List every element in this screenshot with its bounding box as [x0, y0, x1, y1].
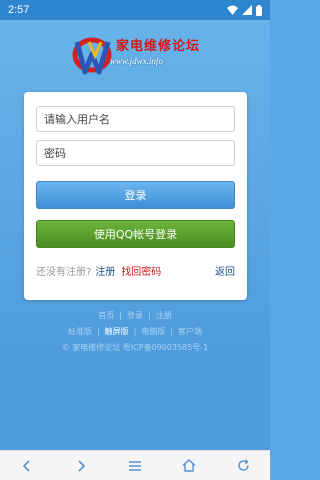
status-time: 2:57	[8, 4, 30, 16]
version-desktop[interactable]: 电脑版	[141, 324, 165, 340]
status-bar: 2:57	[0, 0, 270, 20]
refresh-button[interactable]	[228, 453, 258, 479]
footer-versions: 标准版 | 触屏版 | 电脑版 | 客户端	[0, 324, 270, 340]
signal-icon	[242, 5, 252, 15]
password-input[interactable]	[44, 146, 227, 160]
home-icon	[182, 459, 196, 472]
home-button[interactable]	[174, 453, 204, 479]
register-link[interactable]: 注册	[95, 263, 115, 278]
footer-separator: |	[170, 327, 174, 336]
forward-button[interactable]	[66, 453, 96, 479]
auth-links: 还没有注册? 注册 找回密码 返回	[36, 263, 235, 278]
refresh-icon	[237, 459, 249, 471]
footer-nav: 首页 | 登录 | 注册	[0, 308, 270, 324]
logo-title: 家电维修论坛	[116, 39, 201, 54]
footer-separator: |	[148, 311, 151, 320]
site-logo[interactable]: 家电维修论坛 www.jdwx.info	[72, 32, 204, 90]
username-input[interactable]	[44, 112, 227, 126]
page-content: 家电维修论坛 www.jdwx.info 登录 使用QQ帐号登录 还没有注册? …	[0, 20, 270, 450]
login-button[interactable]: 登录	[36, 181, 235, 209]
status-icons	[227, 4, 262, 16]
battery-icon	[256, 4, 262, 16]
copyright-text: © 家电维修论坛 粤ICP备09003585号-1	[61, 343, 209, 352]
browser-nav-bar	[0, 450, 270, 480]
footer-link-home[interactable]: 首页	[98, 308, 114, 324]
footer-link-register[interactable]: 注册	[156, 308, 172, 324]
version-client[interactable]: 客户端	[178, 324, 202, 340]
menu-icon	[129, 460, 141, 471]
version-standard[interactable]: 标准版	[68, 324, 92, 340]
forgot-password-link[interactable]: 找回密码	[121, 263, 161, 278]
version-touch[interactable]: 触屏版	[105, 324, 129, 340]
username-field[interactable]	[36, 106, 235, 132]
login-card: 登录 使用QQ帐号登录 还没有注册? 注册 找回密码 返回	[24, 92, 247, 300]
footer-separator: |	[96, 327, 100, 336]
footer-separator: |	[119, 311, 122, 320]
footer-link-login[interactable]: 登录	[127, 308, 143, 324]
footer-copyright: © 家电维修论坛 粤ICP备09003585号-1	[0, 340, 270, 356]
logo-url: www.jdwx.info	[110, 56, 163, 66]
qq-login-button[interactable]: 使用QQ帐号登录	[36, 220, 235, 248]
back-button[interactable]	[12, 453, 42, 479]
footer: 首页 | 登录 | 注册 标准版 | 触屏版 | 电脑版 | 客户端 © 家电维修论坛 粤ICP备0…	[0, 308, 270, 356]
menu-button[interactable]	[120, 453, 150, 479]
password-field[interactable]	[36, 140, 235, 166]
back-link[interactable]: 返回	[215, 263, 235, 278]
no-account-text: 还没有注册?	[36, 267, 92, 278]
footer-separator: |	[133, 327, 137, 336]
forward-icon	[78, 459, 86, 472]
wifi-icon	[227, 5, 238, 15]
back-icon	[22, 459, 30, 472]
